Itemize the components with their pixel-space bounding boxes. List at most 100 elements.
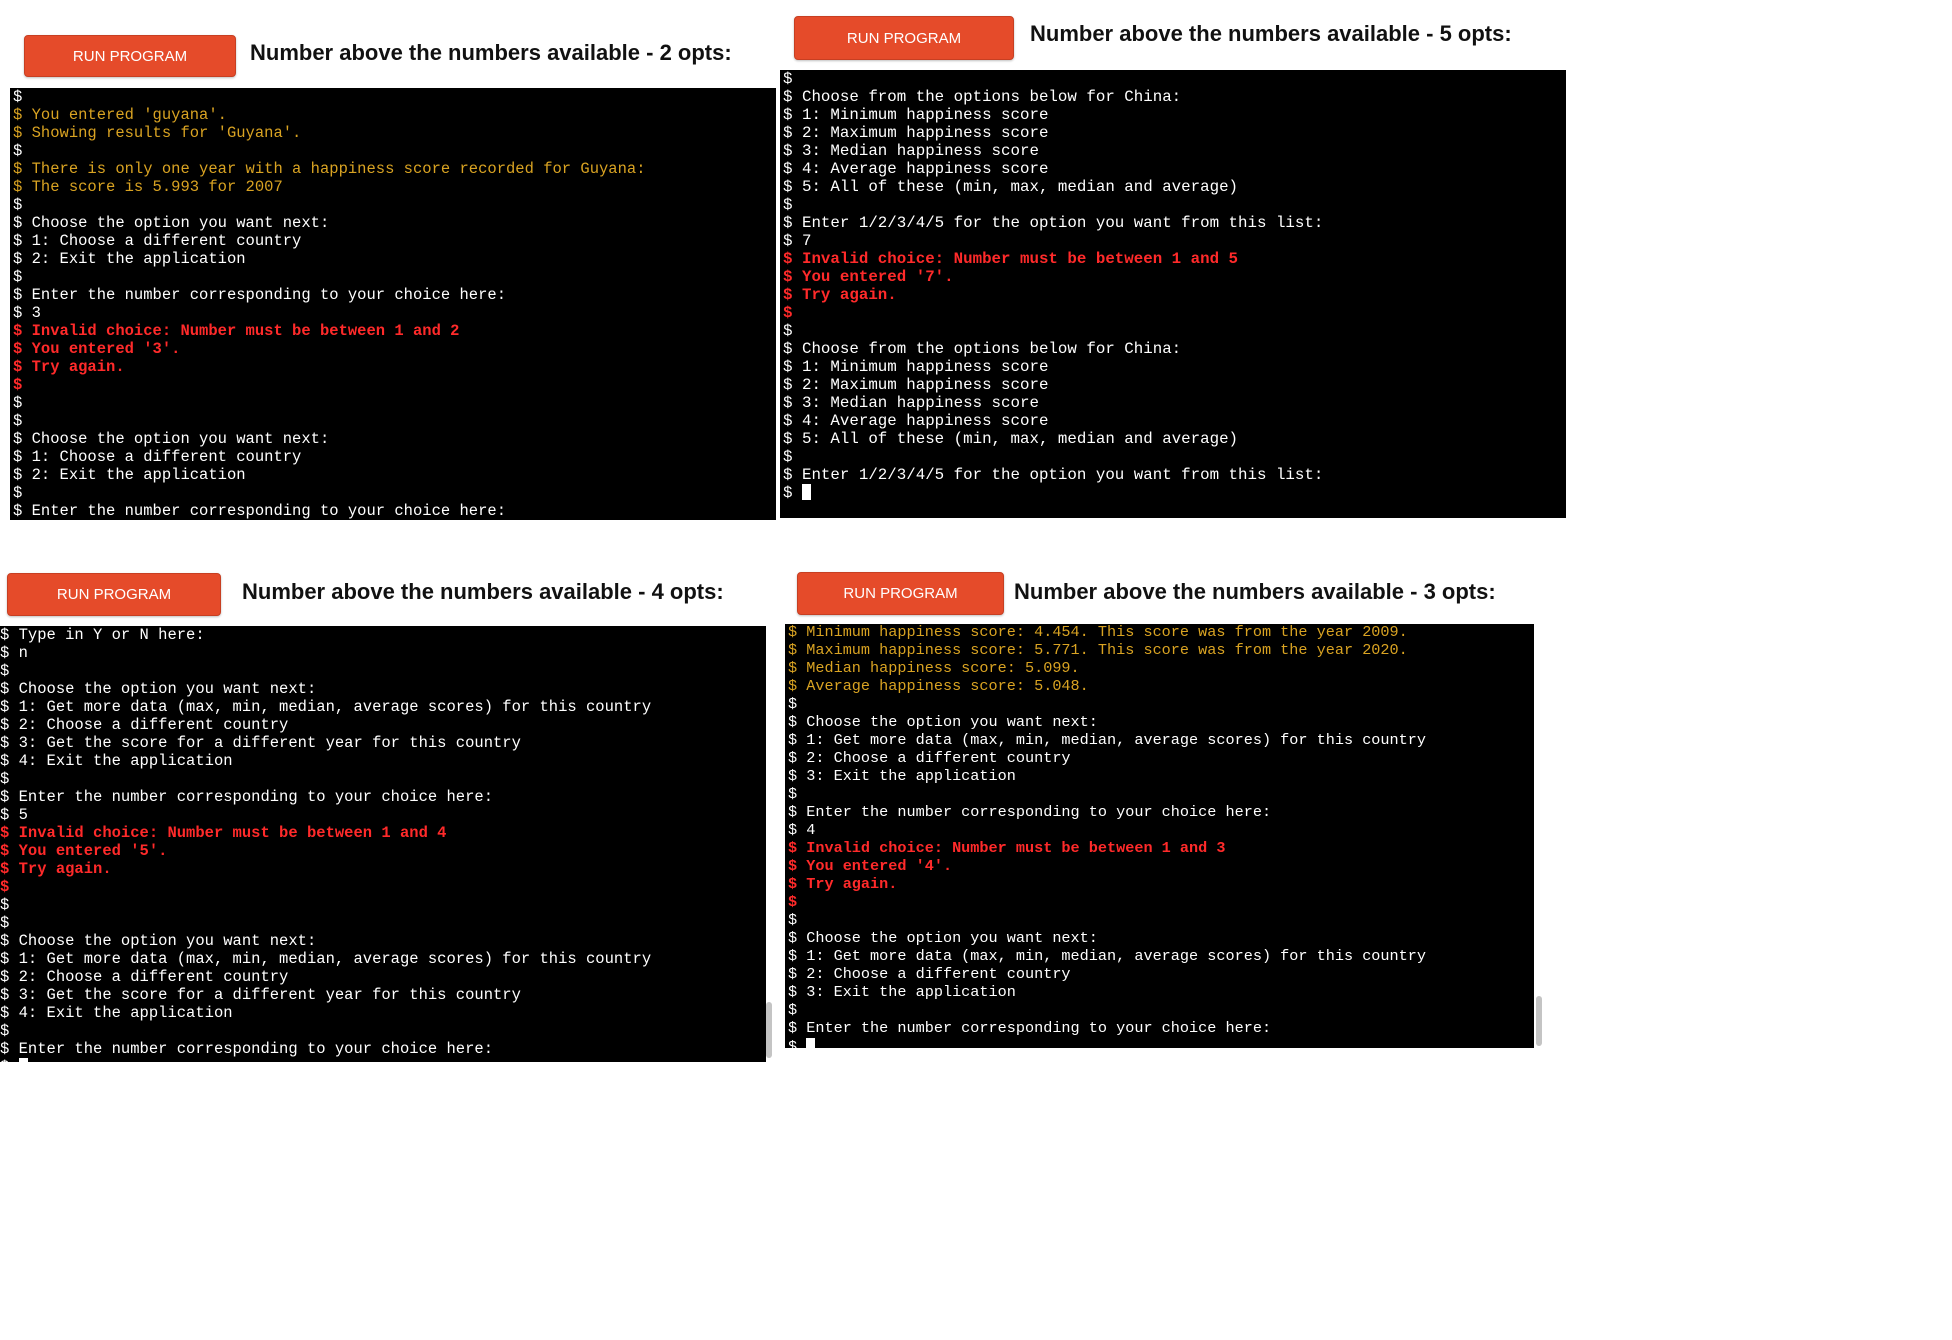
terminal[interactable]: $ Minimum happiness score: 4.454. This s…: [785, 624, 1534, 1048]
terminal-line: $ 3: Median happiness score: [783, 394, 1566, 412]
prompt-symbol: $: [0, 788, 10, 806]
prompt-symbol: $: [0, 950, 10, 968]
terminal-line: $ 3: Median happiness score: [783, 142, 1566, 160]
line-text: Choose from the options below for China:: [792, 340, 1182, 358]
run-program-button[interactable]: RUN PROGRAM: [7, 573, 221, 616]
prompt-symbol: $: [13, 430, 23, 448]
line-text: [792, 484, 801, 502]
prompt-symbol: $: [13, 502, 23, 520]
terminal-line: $ Choose from the options below for Chin…: [783, 88, 1566, 106]
terminal-line: $: [783, 484, 1566, 502]
terminal-line: $ Enter the number corresponding to your…: [13, 286, 776, 304]
terminal-line: $ 1: Get more data (max, min, median, av…: [788, 731, 1534, 750]
prompt-symbol: $: [13, 106, 23, 124]
prompt-symbol: $: [13, 466, 23, 484]
terminal[interactable]: $ $ Choose from the options below for Chi…: [780, 70, 1566, 518]
prompt-symbol: $: [788, 875, 798, 893]
terminal-line: $ Choose the option you want next:: [0, 932, 766, 950]
line-text: 4: Average happiness score: [792, 412, 1049, 430]
terminal-line: $ Choose from the options below for Chin…: [783, 340, 1566, 358]
run-program-button[interactable]: RUN PROGRAM: [794, 16, 1014, 60]
terminal-line: $ 5: All of these (min, max, median and …: [783, 178, 1566, 196]
terminal-line: $ Choose the option you want next:: [13, 214, 776, 232]
line-text: Showing results for 'Guyana'.: [22, 124, 302, 142]
prompt-symbol: $: [0, 644, 10, 662]
run-program-button[interactable]: RUN PROGRAM: [797, 572, 1004, 615]
line-text: 3: Median happiness score: [792, 394, 1039, 412]
prompt-symbol: $: [0, 752, 10, 770]
terminal-line: $ Choose the option you want next:: [788, 713, 1534, 732]
terminal-line: $: [788, 785, 1534, 804]
line-text: 1: Get more data (max, min, median, aver…: [797, 731, 1426, 749]
line-text: Try again.: [22, 358, 125, 376]
prompt-symbol: $: [0, 824, 10, 842]
terminal-line: $ Enter the number corresponding to your…: [788, 1019, 1534, 1038]
terminal-line: $ Enter 1/2/3/4/5 for the option you wan…: [783, 214, 1566, 232]
prompt-symbol: $: [788, 641, 798, 659]
terminal-line: $ 3: Exit the application: [788, 767, 1534, 786]
terminal-line: $: [13, 394, 776, 412]
line-text: 1: Get more data (max, min, median, aver…: [9, 698, 652, 716]
prompt-symbol: $: [13, 412, 23, 430]
terminal-line: $: [13, 484, 776, 502]
terminal-line: $ Median happiness score: 5.099.: [788, 659, 1534, 678]
terminal-line: $ Choose the option you want next:: [788, 929, 1534, 948]
prompt-symbol: $: [783, 322, 793, 340]
terminal-line: $ 4: Average happiness score: [783, 160, 1566, 178]
terminal-line: $ n: [0, 644, 766, 662]
prompt-symbol: $: [13, 232, 23, 250]
run-program-button[interactable]: RUN PROGRAM: [24, 35, 236, 77]
terminal-line: $ Average happiness score: 5.048.: [788, 677, 1534, 696]
line-text: Try again.: [797, 875, 898, 893]
terminal[interactable]: $ Type in Y or N here: $ n $ $ Choose the o…: [0, 626, 766, 1062]
terminal-line: $ Maximum happiness score: 5.771. This s…: [788, 641, 1534, 660]
terminal-line: $ 5: All of these (min, max, median and …: [783, 430, 1566, 448]
line-text: Enter the number corresponding to your c…: [797, 803, 1272, 821]
terminal-line: $: [0, 1058, 766, 1062]
terminal-line: $ 5: [0, 806, 766, 824]
terminal-line: $ Showing results for 'Guyana'.: [13, 124, 776, 142]
terminal-line: $: [0, 770, 766, 788]
terminal-line: $ You entered '4'.: [788, 857, 1534, 876]
terminal-scrollbar[interactable]: [1536, 996, 1542, 1046]
terminal-line: $: [0, 878, 766, 896]
prompt-symbol: $: [0, 1004, 10, 1022]
prompt-symbol: $: [788, 929, 798, 947]
terminal-line: $ Enter 1/2/3/4/5 for the option you wan…: [783, 466, 1566, 484]
terminal-line: $: [788, 1001, 1534, 1020]
line-text: Invalid choice: Number must be between 1…: [9, 824, 447, 842]
line-text: You entered '4'.: [797, 857, 953, 875]
prompt-symbol: $: [13, 250, 23, 268]
terminal-line: $ 1: Choose a different country: [13, 232, 776, 250]
line-text: 2: Choose a different country: [797, 965, 1071, 983]
terminal-line: $ 1: Get more data (max, min, median, av…: [0, 950, 766, 968]
line-text: 3: Get the score for a different year fo…: [9, 734, 521, 752]
terminal-line: $: [0, 896, 766, 914]
prompt-symbol: $: [13, 268, 23, 286]
terminal-line: $: [783, 196, 1566, 214]
line-text: 5: All of these (min, max, median and av…: [792, 430, 1239, 448]
prompt-symbol: $: [788, 839, 798, 857]
line-text: n: [9, 644, 28, 662]
line-text: Enter the number corresponding to your c…: [797, 1019, 1272, 1037]
prompt-symbol: $: [0, 662, 10, 680]
prompt-symbol: $: [788, 1038, 798, 1048]
prompt-symbol: $: [0, 1022, 10, 1040]
terminal-line: $ 3: Get the score for a different year …: [0, 986, 766, 1004]
terminal-line: $ 7: [783, 232, 1566, 250]
line-text: Type in Y or N here:: [9, 626, 205, 644]
line-text: Invalid choice: Number must be between 1…: [22, 322, 460, 340]
prompt-symbol: $: [788, 695, 798, 713]
terminal-line: $: [783, 70, 1566, 88]
prompt-symbol: $: [788, 731, 798, 749]
line-text: You entered '7'.: [792, 268, 954, 286]
line-text: Enter 1/2/3/4/5 for the option you want …: [792, 466, 1324, 484]
line-text: Choose the option you want next:: [9, 932, 317, 950]
terminal-scrollbar[interactable]: [766, 1002, 772, 1058]
terminal[interactable]: $ $ You entered 'guyana'. $ Showing result…: [10, 88, 776, 520]
prompt-symbol: $: [788, 1001, 798, 1019]
line-text: Enter the number corresponding to your c…: [9, 1040, 493, 1058]
terminal-line: $ Enter the number corresponding to your…: [788, 803, 1534, 822]
prompt-symbol: $: [0, 914, 10, 932]
terminal-line: $ 1: Choose a different country: [13, 448, 776, 466]
